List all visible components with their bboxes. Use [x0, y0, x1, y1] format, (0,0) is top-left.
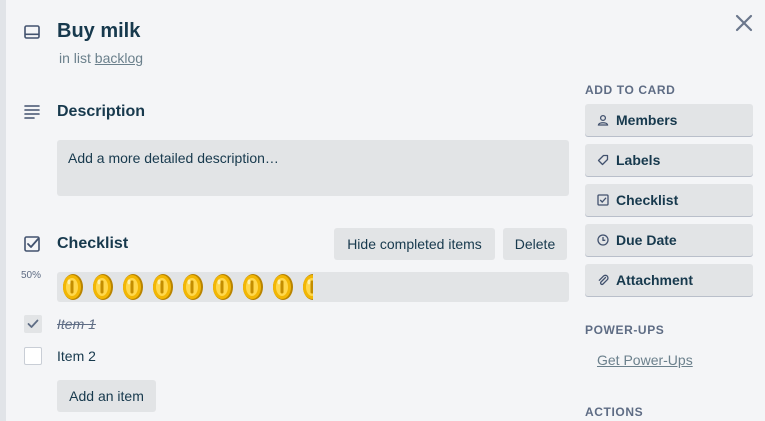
due-date-label: Due Date: [616, 232, 677, 248]
coin-icon: [123, 274, 143, 300]
labels-button[interactable]: Labels: [585, 144, 753, 176]
coin-icon: [213, 274, 233, 300]
attachment-button[interactable]: Attachment: [585, 264, 753, 296]
coin-icon: [243, 274, 263, 300]
coin-row: [59, 273, 313, 301]
checklist-icon: [24, 236, 40, 252]
coin-icon: [93, 274, 113, 300]
members-button[interactable]: Members: [585, 104, 753, 136]
list-link[interactable]: backlog: [95, 50, 143, 66]
progress-fill: [57, 272, 313, 302]
actions-heading: ACTIONS: [585, 405, 644, 419]
hide-completed-button[interactable]: Hide completed items: [334, 228, 495, 260]
description-icon: [24, 105, 40, 119]
in-list-prefix: in list: [59, 50, 91, 66]
labels-label: Labels: [616, 152, 661, 168]
description-field[interactable]: Add a more detailed description…: [57, 140, 569, 196]
delete-checklist-button[interactable]: Delete: [503, 228, 567, 260]
coin-icon: [303, 274, 313, 300]
add-to-card-heading: ADD TO CARD: [585, 83, 676, 97]
item-1-label[interactable]: Item 1: [57, 316, 96, 332]
description-heading: Description: [57, 103, 146, 120]
tag-icon: [597, 154, 609, 166]
card-list-info: in list backlog: [59, 50, 143, 66]
coin-icon: [183, 274, 203, 300]
get-power-ups-link[interactable]: Get Power-Ups: [597, 352, 693, 368]
checkmark-icon: [27, 319, 39, 328]
close-icon[interactable]: [733, 12, 755, 34]
due-date-button[interactable]: Due Date: [585, 224, 753, 256]
coin-icon: [63, 274, 83, 300]
checkbox-icon: [597, 194, 609, 206]
coin-icon: [273, 274, 293, 300]
person-icon: [597, 114, 609, 126]
coin-icon: [153, 274, 173, 300]
paperclip-icon: [598, 274, 609, 286]
attachment-label: Attachment: [616, 272, 694, 288]
add-item-button[interactable]: Add an item: [57, 380, 156, 412]
item-1-checkbox[interactable]: [24, 315, 42, 333]
modal-left-edge: [0, 0, 6, 421]
checklist-heading: Checklist: [57, 235, 129, 252]
card-icon: [24, 25, 40, 39]
clock-icon: [597, 234, 609, 246]
card-title[interactable]: Buy milk: [57, 20, 140, 43]
members-label: Members: [616, 112, 678, 128]
item-2-checkbox[interactable]: [24, 347, 42, 365]
checklist-progress-bar: [57, 272, 569, 302]
progress-percent: 50%: [21, 270, 42, 281]
checklist-button[interactable]: Checklist: [585, 184, 753, 216]
item-2-label[interactable]: Item 2: [57, 348, 96, 364]
power-ups-heading: POWER-UPS: [585, 323, 665, 337]
checklist-label: Checklist: [616, 192, 679, 208]
